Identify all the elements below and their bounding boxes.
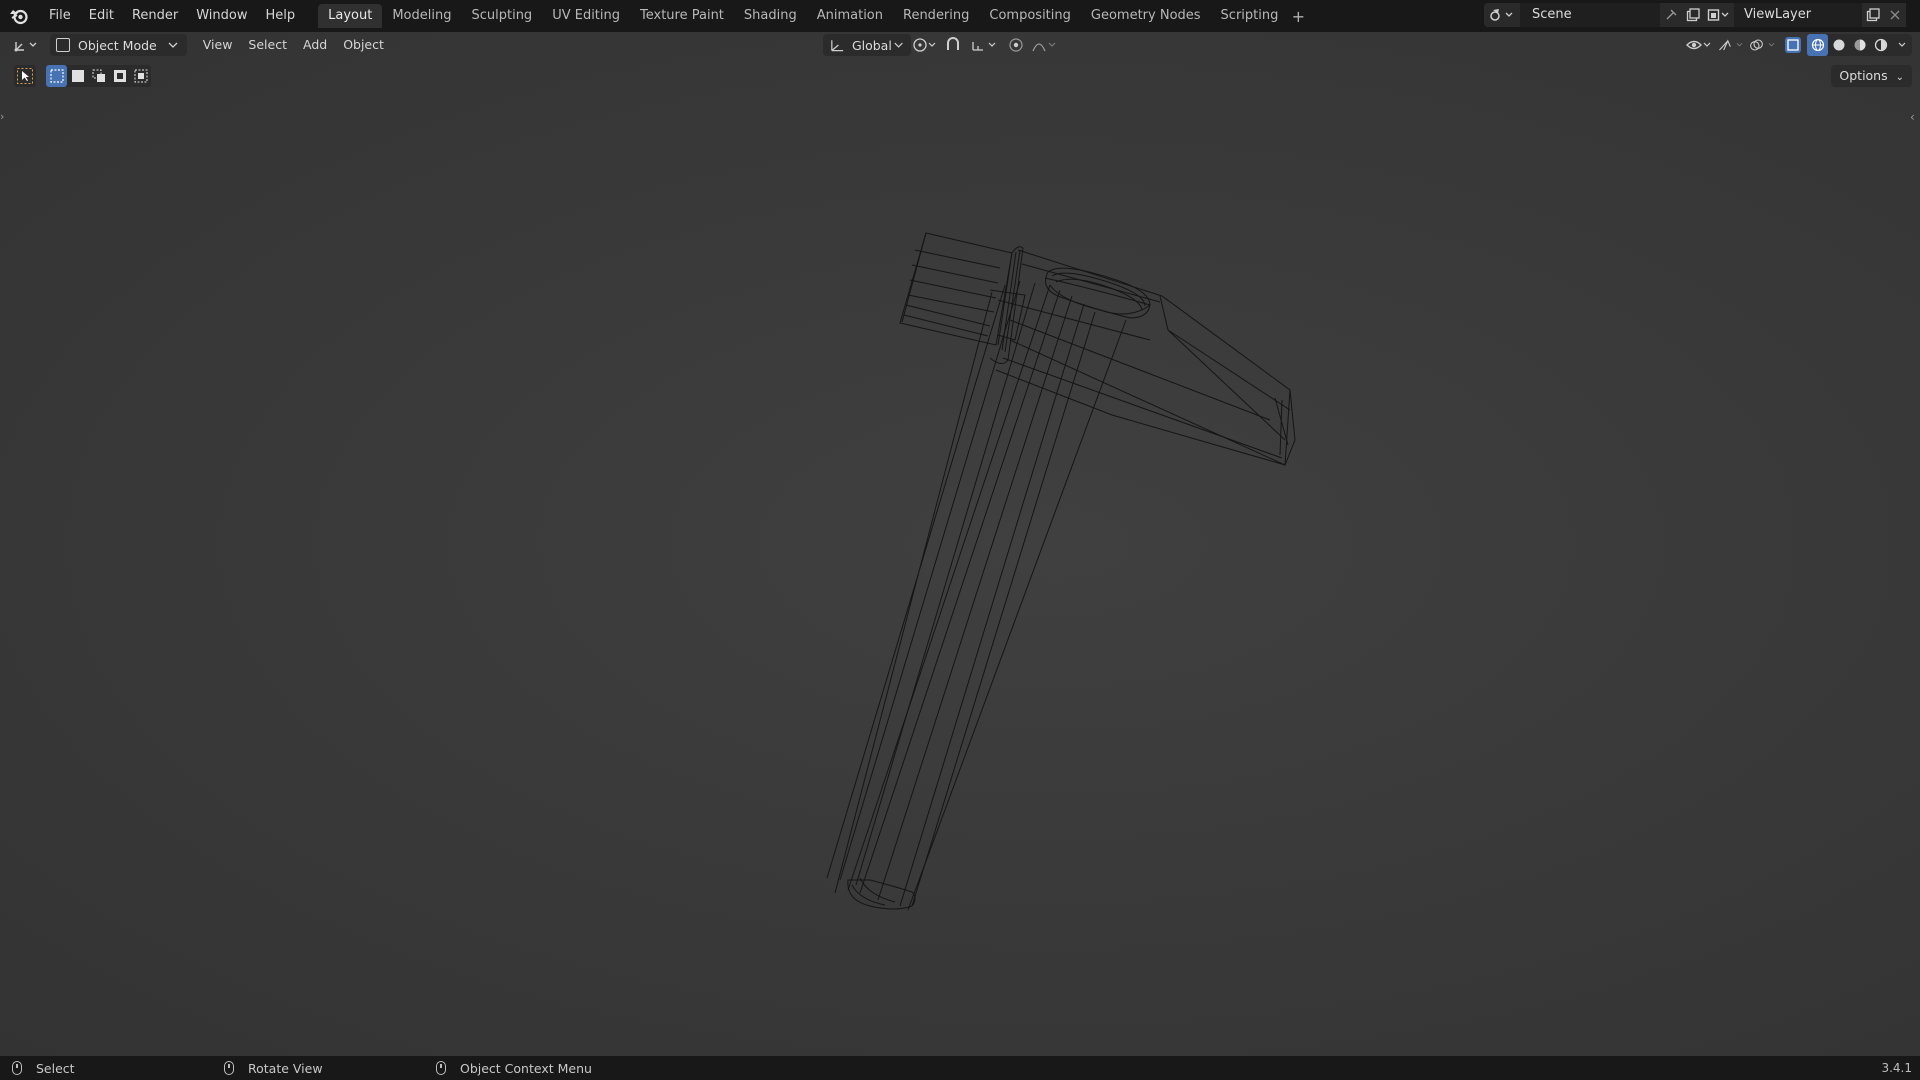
scene-name-field[interactable]: Scene (1520, 3, 1660, 27)
workspace-tabs: Layout Modeling Sculpting UV Editing Tex… (318, 4, 1308, 28)
viewlayer-browse-button[interactable] (1704, 3, 1734, 27)
3d-viewport[interactable]: Object Mode View Select Add Object Globa… (0, 32, 1920, 1056)
mouse-left-icon (12, 1061, 22, 1075)
status-context-label: Object Context Menu (460, 1060, 592, 1076)
add-workspace-button[interactable]: + (1288, 7, 1308, 26)
hammer-wireframe-model[interactable] (0, 32, 1920, 1056)
new-viewlayer-icon[interactable] (1862, 3, 1884, 27)
tab-uv-editing[interactable]: UV Editing (542, 4, 630, 28)
tab-compositing[interactable]: Compositing (979, 4, 1081, 28)
viewlayer-selector: ViewLayer (1704, 3, 1906, 27)
mouse-middle-icon (224, 1061, 234, 1075)
status-context: Object Context Menu (436, 1056, 592, 1080)
viewlayer-name-field[interactable]: ViewLayer (1734, 3, 1862, 27)
status-select: Select (12, 1056, 75, 1080)
status-bar: Select Rotate View Object Context Menu 3… (0, 1056, 1920, 1080)
menu-edit[interactable]: Edit (80, 3, 123, 29)
tab-geometry-nodes[interactable]: Geometry Nodes (1081, 4, 1211, 28)
tab-texture-paint[interactable]: Texture Paint (630, 4, 734, 28)
mouse-right-icon (436, 1061, 446, 1075)
top-bar: File Edit Render Window Help Layout Mode… (0, 0, 1920, 32)
status-rotate: Rotate View (224, 1056, 323, 1080)
scene-name: Scene (1532, 7, 1572, 22)
version-label: 3.4.1 (1881, 1061, 1912, 1075)
main-menu: File Edit Render Window Help (40, 3, 304, 29)
tab-rendering[interactable]: Rendering (893, 4, 979, 28)
scene-browse-button[interactable] (1484, 3, 1520, 27)
menu-window[interactable]: Window (187, 3, 256, 29)
menu-render[interactable]: Render (123, 3, 187, 29)
tab-shading[interactable]: Shading (734, 4, 807, 28)
tab-scripting[interactable]: Scripting (1211, 4, 1289, 28)
status-select-label: Select (36, 1060, 75, 1076)
pin-scene-icon[interactable] (1660, 3, 1682, 27)
tab-layout[interactable]: Layout (318, 4, 383, 28)
status-rotate-label: Rotate View (248, 1060, 323, 1076)
scene-icon (1490, 9, 1513, 21)
blender-logo-icon[interactable] (6, 3, 32, 29)
viewlayer-name: ViewLayer (1744, 7, 1812, 22)
menu-help[interactable]: Help (257, 3, 305, 29)
scene-selector: Scene (1484, 3, 1726, 27)
close-viewlayer-icon[interactable] (1884, 3, 1906, 27)
viewlayer-icon (1707, 9, 1729, 21)
tab-animation[interactable]: Animation (807, 4, 893, 28)
new-scene-icon[interactable] (1682, 3, 1704, 27)
menu-file[interactable]: File (40, 3, 80, 29)
tab-modeling[interactable]: Modeling (382, 4, 461, 28)
tab-sculpting[interactable]: Sculpting (461, 4, 542, 28)
